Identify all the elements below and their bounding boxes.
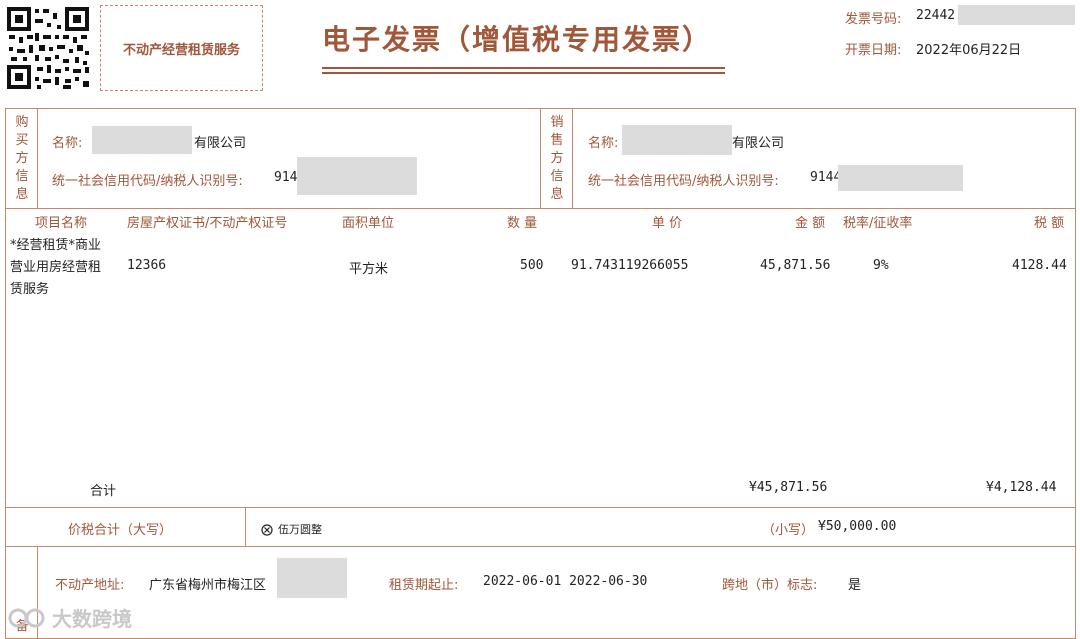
header-tax-rate: 税率/征收率 bbox=[843, 216, 913, 231]
redacted-block bbox=[297, 157, 417, 195]
item-name: *经营租赁*商业 营业用房经营租 赁服务 bbox=[10, 238, 102, 297]
buyer-tax-prefix: 914 bbox=[274, 170, 298, 185]
invoice-date-label: 开票日期: bbox=[845, 43, 902, 58]
seller-name-suffix: 有限公司 bbox=[732, 136, 785, 151]
total-figure-value: ¥50,000.00 bbox=[818, 519, 897, 534]
item-cert-number: 12366 bbox=[127, 258, 167, 273]
header-unit-price: 单 价 bbox=[652, 216, 683, 231]
invoice-title: 电子发票（增值税专用发票） bbox=[322, 23, 713, 56]
total-words-label: 价税合计（大写） bbox=[68, 523, 173, 538]
redacted-block bbox=[622, 125, 732, 155]
redacted-block bbox=[958, 5, 1075, 25]
header-quantity: 数 量 bbox=[507, 216, 538, 231]
qr-code bbox=[5, 5, 91, 91]
seller-name-label: 名称: bbox=[588, 136, 619, 151]
item-unit-price: 91.743119266055 bbox=[571, 258, 689, 273]
business-type-seal: 不动产经营租赁服务 bbox=[100, 5, 263, 91]
invoice-date-value: 2022年06月22日 bbox=[916, 43, 1022, 58]
property-address-value: 广东省梅州市梅江区 bbox=[149, 578, 267, 593]
seller-tax-prefix: 9144 bbox=[810, 170, 842, 185]
seller-side-label: 销售方信息 bbox=[550, 115, 564, 202]
title-underline bbox=[322, 67, 725, 69]
buyer-name-suffix: 有限公司 bbox=[194, 136, 247, 151]
buyer-tax-label: 统一社会信用代码/纳税人识别号: bbox=[52, 174, 243, 189]
item-area-unit: 平方米 bbox=[349, 262, 389, 277]
title-underline bbox=[322, 72, 725, 74]
divider bbox=[37, 108, 38, 208]
divider bbox=[540, 108, 541, 208]
divider bbox=[5, 208, 1076, 209]
header-cert-number: 房屋产权证书/不动产权证号 bbox=[127, 216, 288, 231]
invoice-number-value: 22442 bbox=[916, 8, 956, 23]
buyer-side-label: 购买方信息 bbox=[15, 115, 29, 202]
header-area-unit: 面积单位 bbox=[342, 216, 395, 231]
divider bbox=[572, 108, 573, 208]
cross-region-label: 跨地（市）标志: bbox=[722, 578, 818, 593]
redacted-block bbox=[838, 165, 963, 191]
header-amount: 金 额 bbox=[795, 216, 826, 231]
header-tax-amount: 税 额 bbox=[1034, 216, 1065, 231]
watermark: 大数跨境 bbox=[8, 603, 132, 632]
seller-tax-label: 统一社会信用代码/纳税人识别号: bbox=[588, 174, 779, 189]
property-address-label: 不动产地址: bbox=[55, 578, 125, 593]
watermark-logo-icon bbox=[8, 608, 45, 627]
total-label: 合计 bbox=[90, 484, 117, 499]
watermark-text: 大数跨境 bbox=[52, 607, 132, 631]
item-quantity: 500 bbox=[520, 258, 544, 273]
header-item-name: 项目名称 bbox=[35, 216, 88, 231]
divider bbox=[245, 507, 246, 546]
divider bbox=[5, 507, 1076, 508]
invoice-number-label: 发票号码: bbox=[845, 12, 902, 27]
cross-region-value: 是 bbox=[848, 578, 862, 593]
item-tax-rate: 9% bbox=[873, 258, 889, 273]
total-figure-label: （小写） bbox=[762, 523, 815, 538]
circle-x-icon bbox=[261, 521, 273, 540]
divider bbox=[5, 546, 1076, 547]
lease-period-value: 2022-06-01 2022-06-30 bbox=[483, 574, 648, 589]
redacted-block bbox=[277, 558, 347, 598]
lease-period-label: 租赁期起止: bbox=[389, 578, 459, 593]
item-amount: 45,871.56 bbox=[760, 258, 831, 273]
buyer-name-label: 名称: bbox=[52, 136, 83, 151]
qr-code-icon bbox=[5, 5, 91, 91]
item-tax-amount: 4128.44 bbox=[1012, 258, 1067, 273]
total-amount: ¥45,871.56 bbox=[749, 480, 828, 495]
redacted-block bbox=[92, 126, 192, 154]
total-words-value: 伍万圆整 bbox=[278, 523, 322, 536]
total-tax: ¥4,128.44 bbox=[986, 480, 1057, 495]
